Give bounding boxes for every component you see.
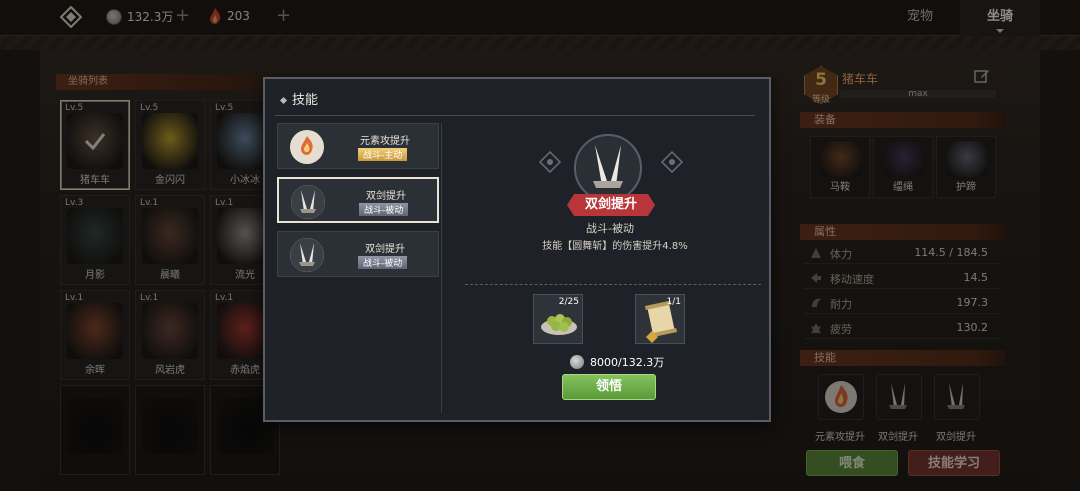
modal-column-divider	[441, 123, 442, 413]
skill-item-twin-swords[interactable]: 双剑提升 战斗-被动	[277, 231, 439, 277]
element-attack-icon	[290, 130, 324, 164]
skill-type-tag: 战斗-被动	[359, 203, 409, 216]
skill-name: 双剑提升	[365, 244, 405, 255]
material-count: 1/1	[666, 297, 681, 307]
skill-type-tag: 战斗-被动	[358, 256, 408, 269]
learn-cost: 8000/132.3万	[570, 354, 664, 370]
learn-cost-value: 8000/132.3万	[590, 356, 665, 369]
dashed-divider	[465, 284, 761, 285]
skill-modal: 技能 元素攻提升 战斗-主动 双剑提升 战斗-被动 双剑提升 战斗-被动 双剑提…	[263, 77, 771, 422]
skill-name: 双剑提升	[366, 191, 406, 202]
modal-title-text: 技能	[292, 93, 319, 108]
twin-swords-icon	[290, 238, 324, 272]
right-ornament-icon	[660, 150, 684, 174]
skill-name: 元素攻提升	[360, 136, 410, 147]
skill-list: 元素攻提升 战斗-主动 双剑提升 战斗-被动 双剑提升 战斗-被动	[277, 123, 439, 285]
twin-swords-icon	[291, 185, 325, 219]
left-ornament-icon	[538, 150, 562, 174]
skill-item-element-attack[interactable]: 元素攻提升 战斗-主动	[277, 123, 439, 169]
skill-type-tag: 战斗-主动	[358, 148, 408, 161]
silver-coin-icon	[570, 355, 584, 369]
selected-skill-description: 技能【圆舞斩】的伤害提升4.8%	[542, 241, 688, 252]
modal-divider	[275, 115, 755, 116]
material-count: 2/25	[558, 297, 579, 307]
comprehend-button[interactable]: 领悟	[562, 374, 656, 400]
modal-title: 技能	[279, 89, 319, 108]
selected-skill-type: 战斗-被动	[586, 222, 634, 235]
material-slot-scroll[interactable]: 1/1	[635, 294, 685, 344]
title-diamond-icon	[279, 96, 288, 105]
skill-item-twin-swords-selected[interactable]: 双剑提升 战斗-被动	[277, 177, 439, 223]
twin-swords-large-icon	[574, 134, 642, 202]
selected-skill-name: 双剑提升	[567, 194, 655, 216]
material-slot-olives[interactable]: 2/25	[533, 294, 583, 344]
